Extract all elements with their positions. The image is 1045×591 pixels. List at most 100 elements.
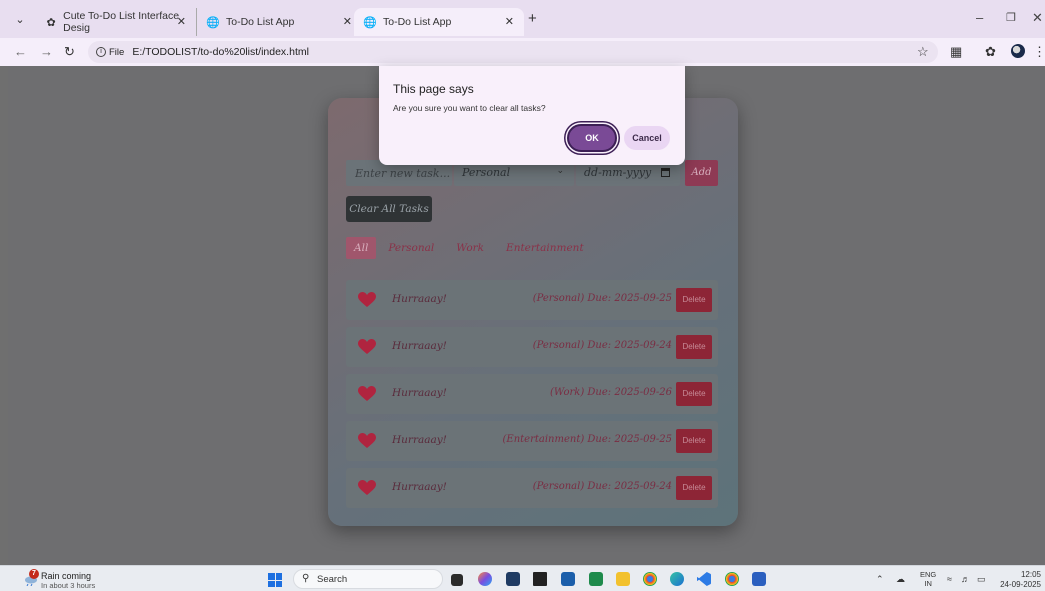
task-name: Hurraaay! xyxy=(392,293,447,305)
task-meta: (Entertainment) Due: 2025-09-25 xyxy=(502,434,673,445)
file-explorer-icon[interactable] xyxy=(616,572,630,586)
weather-alert-badge: 7 xyxy=(29,569,39,579)
calendar-icon[interactable] xyxy=(661,168,670,177)
heart-icon xyxy=(358,292,376,307)
tab-strip: ⌄ ✿ Cute To-Do List Interface Desig ✕ 🌐 … xyxy=(0,0,1045,38)
cancel-button[interactable]: Cancel xyxy=(624,126,670,150)
bookmark-star-icon[interactable]: ☆ xyxy=(917,45,929,59)
scheme-label: File xyxy=(109,46,125,58)
tab-close-icon[interactable]: ✕ xyxy=(177,15,186,28)
tab-todo-app-active[interactable]: 🌐 To-Do List App ✕ xyxy=(354,8,524,36)
heart-icon xyxy=(358,433,376,448)
tab-search-chevron-icon[interactable]: ⌄ xyxy=(12,12,28,28)
close-window-icon[interactable]: ✕ xyxy=(1032,10,1043,26)
app-icon[interactable] xyxy=(561,572,575,586)
openai-icon: ✿ xyxy=(46,16,56,29)
info-icon: i xyxy=(96,47,106,57)
task-item: Hurraaay! (Work) Due: 2025-09-26 Delete xyxy=(346,374,718,414)
task-item: Hurraaay! (Personal) Due: 2025-09-24 Del… xyxy=(346,327,718,367)
ok-button[interactable]: OK xyxy=(567,124,617,152)
tab-title: To-Do List App xyxy=(226,16,295,28)
task-item: Hurraaay! (Entertainment) Due: 2025-09-2… xyxy=(346,421,718,461)
task-meta: (Work) Due: 2025-09-26 xyxy=(549,387,672,398)
spreadsheet-icon[interactable] xyxy=(589,572,603,586)
date-placeholder: dd-mm-yyyy xyxy=(584,166,652,179)
task-name: Hurraaay! xyxy=(392,340,447,352)
globe-icon: 🌐 xyxy=(363,16,377,29)
chrome-profile-icon[interactable] xyxy=(725,572,739,586)
reload-icon[interactable]: ↻ xyxy=(64,43,75,61)
language-indicator[interactable]: ENG IN xyxy=(920,570,936,588)
filter-work[interactable]: Work xyxy=(456,242,484,254)
url-text: E:/TODOLIST/to-do%20list/index.html xyxy=(132,46,309,58)
new-tab-icon[interactable]: + xyxy=(528,11,537,26)
word-icon[interactable] xyxy=(752,572,766,586)
delete-task-button[interactable]: Delete xyxy=(676,476,712,500)
extensions-icon[interactable]: ▦ xyxy=(950,45,962,59)
minimize-icon[interactable]: – xyxy=(976,10,983,25)
copilot-icon[interactable] xyxy=(478,572,492,586)
taskbar: 7 Rain coming In about 3 hours ⚲ Search … xyxy=(0,565,1045,591)
clear-all-tasks-button[interactable]: Clear All Tasks xyxy=(346,196,432,222)
lang-bottom: IN xyxy=(924,579,932,588)
chevron-down-icon: ⌄ xyxy=(556,166,564,176)
task-view-icon[interactable] xyxy=(451,574,463,586)
vscode-icon[interactable] xyxy=(697,572,711,586)
wifi-icon[interactable]: ≈ xyxy=(947,574,952,584)
edge-icon[interactable] xyxy=(670,572,684,586)
category-value: Personal xyxy=(462,166,511,179)
task-item: Hurraaay! (Personal) Due: 2025-09-25 Del… xyxy=(346,280,718,320)
dialog-title: This page says xyxy=(393,82,474,96)
filter-entertainment[interactable]: Entertainment xyxy=(506,242,584,254)
tray-app-icon[interactable]: ☁ xyxy=(896,574,905,585)
chrome-icon[interactable] xyxy=(643,572,657,586)
openai-extension-icon[interactable]: ✿ xyxy=(985,45,996,59)
heart-icon xyxy=(358,480,376,495)
clock-date: 24-09-2025 xyxy=(1000,580,1041,589)
task-meta: (Personal) Due: 2025-09-24 xyxy=(532,340,672,351)
taskbar-search[interactable]: ⚲ Search xyxy=(293,569,443,589)
site-info-chip[interactable]: i File xyxy=(96,47,124,58)
volume-muted-icon[interactable]: ♬ xyxy=(961,574,970,584)
profile-avatar[interactable] xyxy=(1011,44,1025,58)
weather-subtitle: In about 3 hours xyxy=(41,581,96,590)
task-name: Hurraaay! xyxy=(392,481,447,493)
confirm-dialog: This page says Are you sure you want to … xyxy=(379,66,685,165)
browser-toolbar: ← → ↻ i File E:/TODOLIST/to-do%20list/in… xyxy=(0,38,1045,66)
chevron-up-icon[interactable]: ⌃ xyxy=(876,574,884,585)
filter-tabs: All Personal Work Entertainment xyxy=(346,236,606,260)
forward-icon[interactable]: → xyxy=(40,43,53,61)
search-icon: ⚲ xyxy=(302,573,310,584)
task-item: Hurraaay! (Personal) Due: 2025-09-24 Del… xyxy=(346,468,718,508)
tab-todo-app-1[interactable]: 🌐 To-Do List App ✕ xyxy=(196,8,362,36)
dialog-message: Are you sure you want to clear all tasks… xyxy=(393,103,546,113)
weather-title: Rain coming xyxy=(41,571,92,581)
add-task-button[interactable]: Add xyxy=(685,160,718,186)
more-menu-icon[interactable]: ⋮ xyxy=(1033,45,1045,59)
windows-start-icon[interactable] xyxy=(268,573,282,587)
tab-title: To-Do List App xyxy=(383,16,452,28)
delete-task-button[interactable]: Delete xyxy=(676,429,712,453)
heart-icon xyxy=(358,386,376,401)
store-icon[interactable] xyxy=(506,572,520,586)
tab-close-icon[interactable]: ✕ xyxy=(505,15,514,28)
tab-cute-todo-design[interactable]: ✿ Cute To-Do List Interface Desig ✕ xyxy=(36,8,196,36)
delete-task-button[interactable]: Delete xyxy=(676,288,712,312)
search-label: Search xyxy=(317,574,348,585)
battery-icon[interactable]: ▭ xyxy=(977,574,986,585)
filter-all[interactable]: All xyxy=(346,237,377,259)
back-icon[interactable]: ← xyxy=(14,43,27,61)
tab-title: Cute To-Do List Interface Desig xyxy=(63,10,180,34)
weather-widget[interactable]: 7 Rain coming In about 3 hours xyxy=(24,569,124,590)
task-meta: (Personal) Due: 2025-09-25 xyxy=(532,293,672,304)
address-bar[interactable]: i File E:/TODOLIST/to-do%20list/index.ht… xyxy=(88,41,938,63)
task-name: Hurraaay! xyxy=(392,387,447,399)
dropbox-icon[interactable] xyxy=(533,572,547,586)
restore-icon[interactable]: ❐ xyxy=(1006,11,1016,24)
delete-task-button[interactable]: Delete xyxy=(676,382,712,406)
clock-time: 12:05 xyxy=(1020,570,1041,579)
filter-personal[interactable]: Personal xyxy=(388,242,434,254)
tab-close-icon[interactable]: ✕ xyxy=(343,15,352,28)
clock[interactable]: 12:05 24-09-2025 xyxy=(1000,570,1041,590)
delete-task-button[interactable]: Delete xyxy=(676,335,712,359)
